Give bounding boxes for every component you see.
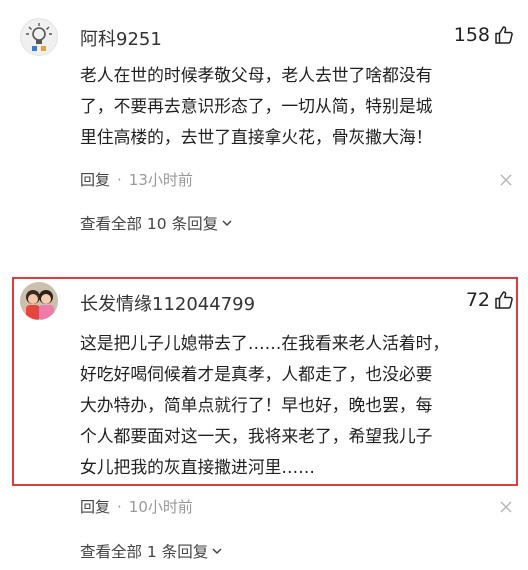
avatar[interactable] bbox=[20, 18, 58, 56]
username[interactable]: 阿科9251 bbox=[80, 25, 162, 51]
timestamp: 13小时前 bbox=[128, 171, 193, 189]
meta-separator: · bbox=[117, 170, 122, 189]
like-button[interactable]: 72 bbox=[466, 289, 514, 311]
view-all-replies-label: 查看全部 10 条回复 bbox=[80, 215, 219, 233]
comments-page: 阿科9251 158 老人在世的时候孝敬父母，老人去世了啥都没有 了，不要再去意… bbox=[0, 0, 528, 570]
children-photo-avatar bbox=[20, 282, 58, 320]
comment-text-line: 女儿把我的灰直接撒进河里…… bbox=[80, 457, 315, 477]
reply-button[interactable]: 回复 bbox=[80, 169, 110, 190]
comment-text: 这是把儿子儿媳带去了……在我看来老人活着时， 好吃好喝伺候着才是真孝，人都走了，… bbox=[80, 328, 504, 483]
comment-meta: 回复 · 10小时前 bbox=[80, 496, 193, 517]
like-count: 72 bbox=[465, 289, 490, 311]
timestamp: 10小时前 bbox=[128, 498, 193, 516]
view-all-replies-label: 查看全部 1 条回复 bbox=[80, 543, 209, 561]
comment-text-line: 里住高楼的，去世了直接拿火花，骨灰撒大海！ bbox=[80, 127, 433, 147]
view-all-replies-button[interactable]: 查看全部 10 条回复 bbox=[80, 212, 233, 234]
comment-meta: 回复 · 13小时前 bbox=[80, 169, 193, 190]
close-icon[interactable] bbox=[500, 501, 512, 513]
username[interactable]: 长发情缘112044799 bbox=[80, 290, 255, 316]
thumbs-up-icon bbox=[495, 26, 513, 44]
meta-separator: · bbox=[117, 497, 122, 516]
comment-text: 老人在世的时候孝敬父母，老人去世了啥都没有 了，不要再去意识形态了，一切从简，特… bbox=[80, 60, 504, 153]
comment-text-line: 了，不要再去意识形态了，一切从简，特别是城 bbox=[80, 96, 433, 116]
close-icon[interactable] bbox=[500, 174, 512, 186]
comment-text-line: 老人在世的时候孝敬父母，老人去世了啥都没有 bbox=[80, 65, 433, 85]
view-all-replies-button[interactable]: 查看全部 1 条回复 bbox=[80, 540, 223, 562]
comment-item: 阿科9251 158 老人在世的时候孝敬父母，老人去世了啥都没有 了，不要再去意… bbox=[0, 0, 528, 255]
like-button[interactable]: 158 bbox=[454, 24, 514, 46]
avatar[interactable] bbox=[20, 282, 58, 320]
chevron-down-icon bbox=[212, 548, 222, 555]
chevron-down-icon bbox=[222, 220, 232, 227]
comment-text-line: 好吃好喝伺候着才是真孝，人都走了，也没必要 bbox=[80, 364, 433, 384]
comment-text-line: 个人都要面对这一天，我将来老了，希望我儿子 bbox=[80, 426, 433, 446]
comment-item: 长发情缘112044799 72 这是把儿子儿媳带去了……在我看来老人活着时， … bbox=[0, 270, 528, 570]
like-count: 158 bbox=[453, 24, 490, 46]
comment-text-line: 这是把儿子儿媳带去了……在我看来老人活着时， bbox=[80, 333, 450, 353]
lightbulb-avatar-icon bbox=[26, 23, 52, 51]
reply-button[interactable]: 回复 bbox=[80, 496, 110, 517]
thumbs-up-icon bbox=[495, 291, 513, 309]
comment-text-line: 大办特办，简单点就行了！早也好，晚也罢，每 bbox=[80, 395, 433, 415]
